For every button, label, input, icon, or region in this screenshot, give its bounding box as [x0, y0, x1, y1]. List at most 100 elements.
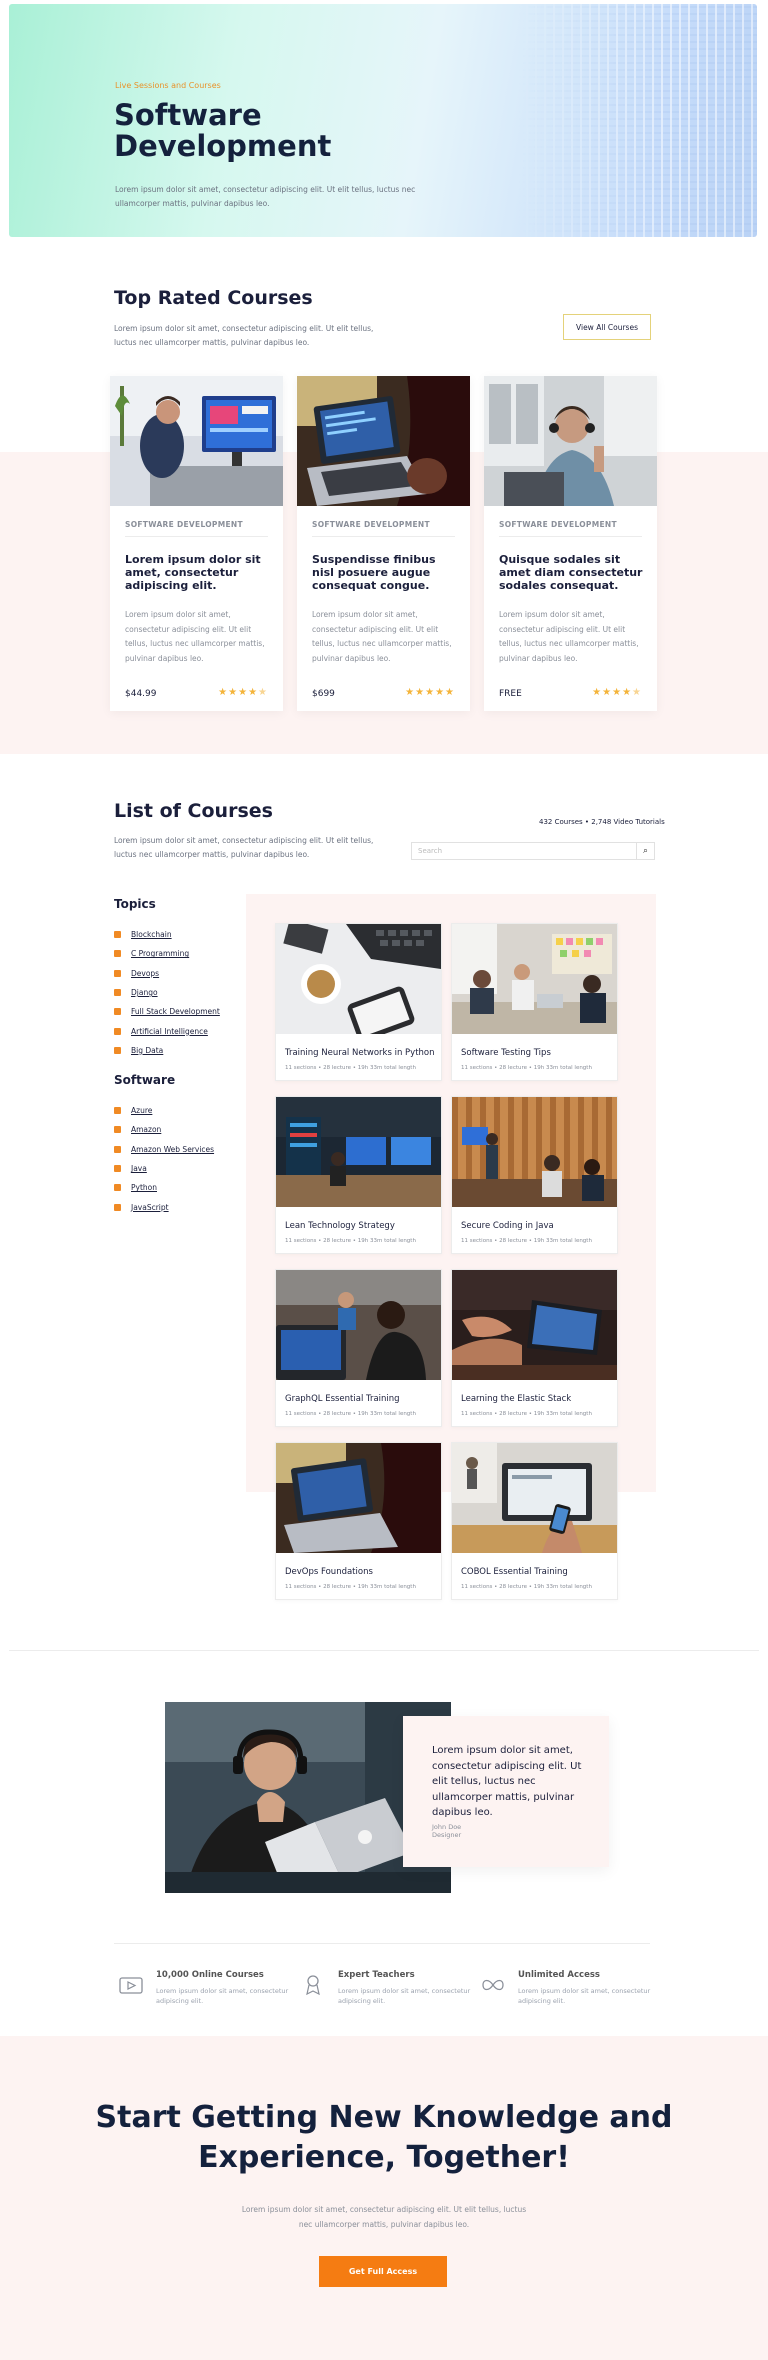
course-meta: 11 sections • 28 lecture • 19h 33m total…	[285, 1584, 416, 1590]
course-meta: 11 sections • 28 lecture • 19h 33m total…	[285, 1238, 416, 1244]
testimonial-card: Lorem ipsum dolor sit amet, consectetur …	[403, 1716, 609, 1867]
search-input[interactable]: Search	[418, 847, 442, 855]
bullet-icon	[114, 1145, 121, 1153]
courses-stats: 432 Courses • 2,748 Video Tutorials	[539, 818, 665, 826]
award-medal-icon	[300, 1974, 326, 1996]
bullet-icon	[114, 1165, 121, 1173]
software-item[interactable]: Amazon Web Services	[114, 1140, 214, 1159]
course-title[interactable]: Learning the Elastic Stack	[461, 1394, 571, 1404]
infinity-icon	[480, 1974, 506, 1996]
topic-item[interactable]: Django	[114, 983, 220, 1002]
features-divider	[114, 1943, 650, 1944]
topic-item[interactable]: Artificial Intelligence	[114, 1021, 220, 1040]
get-full-access-button[interactable]: Get Full Access	[319, 2256, 447, 2287]
course-meta: 11 sections • 28 lecture • 19h 33m total…	[285, 1065, 416, 1071]
course-title[interactable]: DevOps Foundations	[285, 1567, 373, 1577]
course-image-server-office	[276, 1097, 441, 1207]
cta-section: Start Getting New Knowledge and Experien…	[0, 2036, 768, 2360]
feature-description: Lorem ipsum dolor sit amet, consectetur …	[338, 1987, 471, 2005]
rating-stars: ★★★★★	[592, 687, 642, 698]
course-title[interactable]: GraphQL Essential Training	[285, 1394, 400, 1404]
course-description: Lorem ipsum dolor sit amet, consectetur …	[125, 610, 265, 663]
feature-description: Lorem ipsum dolor sit amet, consectetur …	[156, 1987, 289, 2005]
rating-stars: ★★★★★	[218, 687, 268, 698]
top-rated-description: Lorem ipsum dolor sit amet, consectetur …	[114, 324, 374, 347]
bullet-icon	[114, 1126, 121, 1134]
software-list: Azure Amazon Amazon Web Services Java Py…	[114, 1101, 214, 1217]
topic-item[interactable]: Full Stack Development	[114, 1002, 220, 1021]
course-search[interactable]: Search ⌕	[411, 842, 655, 860]
bullet-icon	[114, 1184, 121, 1192]
course-title[interactable]: Suspendisse finibus nisl posuere augue c…	[312, 553, 457, 592]
top-course-card[interactable]: SOFTWARE DEVELOPMENT Lorem ipsum dolor s…	[110, 376, 283, 711]
bullet-icon	[114, 1203, 121, 1211]
topic-item[interactable]: Blockchain	[114, 925, 220, 944]
search-icon[interactable]: ⌕	[636, 843, 654, 859]
section-divider	[9, 1650, 759, 1651]
software-title: Software	[114, 1073, 176, 1087]
course-grid-card[interactable]: DevOps Foundations 11 sections • 28 lect…	[275, 1442, 442, 1600]
course-meta: 11 sections • 28 lecture • 19h 33m total…	[461, 1065, 592, 1071]
course-grid-card[interactable]: Lean Technology Strategy 11 sections • 2…	[275, 1096, 442, 1254]
hero-eyebrow: Live Sessions and Courses	[115, 81, 221, 90]
course-image-team-laptops	[276, 1270, 441, 1380]
list-of-courses-title: List of Courses	[114, 800, 273, 822]
testimonial-author-name: John Doe	[432, 1823, 462, 1831]
course-title[interactable]: Lean Technology Strategy	[285, 1221, 395, 1231]
top-course-card[interactable]: SOFTWARE DEVELOPMENT Quisque sodales sit…	[484, 376, 657, 711]
course-title[interactable]: Training Neural Networks in Python	[285, 1048, 435, 1058]
course-price: FREE	[499, 689, 522, 699]
cta-title: Start Getting New Knowledge and Experien…	[95, 2100, 673, 2175]
bullet-icon	[114, 1107, 121, 1115]
cta-description: Lorem ipsum dolor sit amet, consectetur …	[241, 2205, 527, 2229]
course-category: SOFTWARE DEVELOPMENT	[125, 520, 243, 529]
card-divider	[312, 536, 455, 537]
course-title[interactable]: Secure Coding in Java	[461, 1221, 554, 1231]
software-item[interactable]: Amazon	[114, 1120, 214, 1139]
software-item[interactable]: Python	[114, 1178, 214, 1197]
testimonial-author-role: Designer	[432, 1831, 462, 1839]
course-price: $44.99	[125, 689, 157, 699]
course-description: Lorem ipsum dolor sit amet, consectetur …	[312, 610, 452, 663]
course-image-developer-at-monitor	[110, 376, 283, 506]
course-meta: 11 sections • 28 lecture • 19h 33m total…	[461, 1584, 592, 1590]
software-item[interactable]: Java	[114, 1159, 214, 1178]
software-item[interactable]: JavaScript	[114, 1197, 214, 1216]
course-title[interactable]: COBOL Essential Training	[461, 1567, 568, 1577]
course-description: Lorem ipsum dolor sit amet, consectetur …	[499, 610, 639, 663]
feature-title: Unlimited Access	[518, 1970, 600, 1980]
course-grid-card[interactable]: Software Testing Tips 11 sections • 28 l…	[451, 923, 618, 1081]
course-grid-card[interactable]: Learning the Elastic Stack 11 sections •…	[451, 1269, 618, 1427]
card-divider	[125, 536, 268, 537]
software-item[interactable]: Azure	[114, 1101, 214, 1120]
feature-description: Lorem ipsum dolor sit amet, consectetur …	[518, 1987, 651, 2005]
top-course-card[interactable]: SOFTWARE DEVELOPMENT Suspendisse finibus…	[297, 376, 470, 711]
course-image-phone-laptop	[452, 1443, 617, 1553]
code-matrix-background	[517, 4, 757, 237]
course-price: $699	[312, 689, 335, 699]
course-title[interactable]: Lorem ipsum dolor sit amet, consectetur …	[125, 553, 270, 592]
bullet-icon	[114, 1027, 121, 1035]
topic-item[interactable]: C Programming	[114, 944, 220, 963]
view-all-courses-button[interactable]: View All Courses	[563, 314, 651, 340]
topic-item[interactable]: Big Data	[114, 1041, 220, 1060]
course-title[interactable]: Software Testing Tips	[461, 1048, 551, 1058]
feature-title: 10,000 Online Courses	[156, 1970, 264, 1980]
course-image-team-meeting	[452, 924, 617, 1034]
course-meta: 11 sections • 28 lecture • 19h 33m total…	[461, 1238, 592, 1244]
course-grid-card[interactable]: Secure Coding in Java 11 sections • 28 l…	[451, 1096, 618, 1254]
feature-title: Expert Teachers	[338, 1970, 415, 1980]
course-grid-card[interactable]: Training Neural Networks in Python 11 se…	[275, 923, 442, 1081]
bullet-icon	[114, 1008, 121, 1016]
list-of-courses-description: Lorem ipsum dolor sit amet, consectetur …	[114, 836, 374, 859]
course-grid-card[interactable]: GraphQL Essential Training 11 sections •…	[275, 1269, 442, 1427]
course-title[interactable]: Quisque sodales sit amet diam consectetu…	[499, 553, 644, 592]
bullet-icon	[114, 989, 121, 997]
topics-list: Blockchain C Programming Devops Django F…	[114, 925, 220, 1060]
course-category: SOFTWARE DEVELOPMENT	[499, 520, 617, 529]
course-grid-card[interactable]: COBOL Essential Training 11 sections • 2…	[451, 1442, 618, 1600]
hero-description: Lorem ipsum dolor sit amet, consectetur …	[115, 185, 416, 208]
course-meta: 11 sections • 28 lecture • 19h 33m total…	[461, 1411, 592, 1417]
topic-item[interactable]: Devops	[114, 964, 220, 983]
bullet-icon	[114, 1046, 121, 1054]
